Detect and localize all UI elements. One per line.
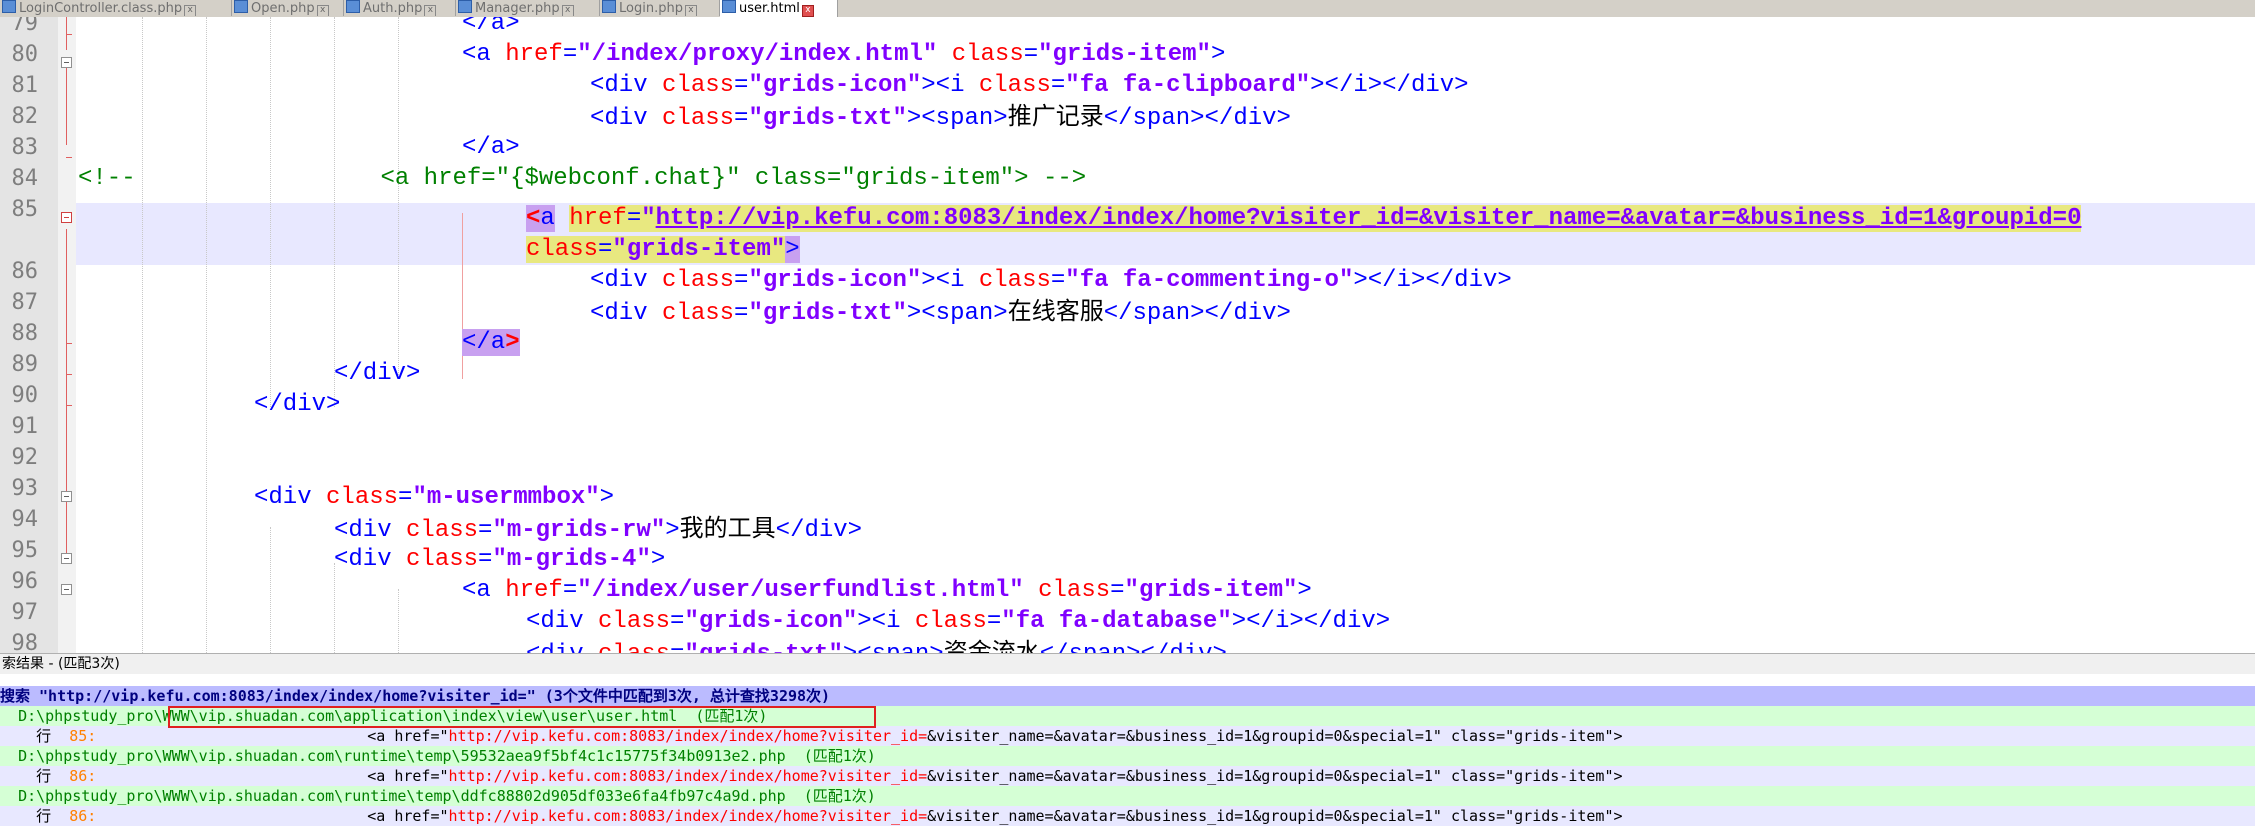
- close-icon[interactable]: x: [561, 5, 574, 16]
- line-number: 83: [11, 135, 39, 160]
- code-line-86[interactable]: <div class="grids-icon"><i class="fa fa-…: [590, 265, 1512, 296]
- file-icon: [602, 0, 616, 13]
- result-line-row[interactable]: 行 85: <a href="http://vip.kefu.com:8083/…: [0, 726, 2255, 746]
- tab-logincontroller[interactable]: LoginController.class.php x: [0, 0, 232, 16]
- file-icon: [458, 0, 472, 13]
- fold-toggle-icon[interactable]: [61, 57, 72, 68]
- fold-line: [66, 61, 67, 145]
- line-number: 82: [11, 104, 39, 129]
- tab-login[interactable]: Login.php x: [600, 0, 720, 16]
- line-number: 96: [11, 569, 39, 594]
- line-number: 84: [11, 166, 39, 191]
- close-icon[interactable]: x: [184, 5, 197, 16]
- file-icon: [722, 0, 736, 13]
- line-number: 86: [11, 259, 39, 284]
- indent-guide: [270, 17, 271, 407]
- code-line-94[interactable]: <div class="m-grids-rw">我的工具</div>: [334, 513, 862, 544]
- indent-guide: [398, 589, 399, 653]
- tab-user-html[interactable]: user.html x: [720, 0, 838, 17]
- line-number: 89: [11, 352, 39, 377]
- fold-toggle-icon[interactable]: [61, 491, 72, 502]
- indent-guide: [142, 17, 143, 653]
- tab-open[interactable]: Open.php x: [232, 0, 344, 16]
- code-line-98[interactable]: <div class="grids-txt"><span>资金流水</span>…: [526, 637, 1227, 653]
- line-number: 85: [11, 197, 39, 222]
- close-icon[interactable]: x: [316, 5, 329, 16]
- line-number: 91: [11, 414, 39, 439]
- line-number: 98: [11, 631, 39, 653]
- code-line-85-wrap[interactable]: class="grids-item">: [526, 234, 800, 265]
- indent-guide: [334, 563, 335, 653]
- line-number: 95: [11, 538, 39, 563]
- code-line-84[interactable]: <!-- <a href="{$webconf.chat}" class="gr…: [78, 163, 1086, 194]
- code-line-82[interactable]: <div class="grids-txt"><span>推广记录</span>…: [590, 101, 1291, 132]
- code-line-87[interactable]: <div class="grids-txt"><span>在线客服</span>…: [590, 296, 1291, 327]
- code-line-93[interactable]: <div class="m-usermmbox">: [254, 482, 614, 513]
- code-line-95[interactable]: <div class="m-grids-4">: [334, 544, 665, 575]
- line-number: 92: [11, 445, 39, 470]
- search-results-title: 索结果 - (匹配3次): [0, 653, 2255, 674]
- file-icon: [234, 0, 248, 13]
- code-line-88[interactable]: </a>: [462, 327, 520, 358]
- line-number: 93: [11, 476, 39, 501]
- line-number: 94: [11, 507, 39, 532]
- fold-line: [66, 229, 67, 559]
- code-line-90[interactable]: </div>: [254, 389, 340, 420]
- annotation-highlight-box: [168, 706, 876, 728]
- line-number: 81: [11, 73, 39, 98]
- code-line-79[interactable]: </a>: [462, 17, 520, 39]
- code-line-80[interactable]: <a href="/index/proxy/index.html" class=…: [462, 39, 1225, 70]
- code-editor[interactable]: 79 80 81 82 83 84 85 86 87 88 89 90 91 9…: [0, 17, 2255, 653]
- code-line-81[interactable]: <div class="grids-icon"><i class="fa fa-…: [590, 70, 1469, 101]
- line-number: 79: [11, 17, 39, 36]
- fold-end-tick: [66, 157, 72, 158]
- indent-guide: [206, 17, 207, 653]
- code-line-96[interactable]: <a href="/index/user/userfundlist.html" …: [462, 575, 1312, 606]
- indent-guide: [334, 17, 335, 407]
- code-line-83[interactable]: </a>: [462, 132, 520, 163]
- code-line-85[interactable]: <a href="http://vip.kefu.com:8083/index/…: [526, 203, 2082, 234]
- code-line-89[interactable]: </div>: [334, 358, 420, 389]
- result-line-row[interactable]: 行 86: <a href="http://vip.kefu.com:8083/…: [0, 806, 2255, 826]
- tab-bar: LoginController.class.php x Open.php x Aut…: [0, 0, 2255, 18]
- fold-end-tick: [66, 34, 72, 35]
- tab-manager[interactable]: Manager.php x: [456, 0, 600, 16]
- close-icon[interactable]: x: [684, 5, 697, 16]
- code-line-97[interactable]: <div class="grids-icon"><i class="fa fa-…: [526, 606, 1390, 637]
- fold-toggle-icon[interactable]: [61, 584, 72, 595]
- line-number: 87: [11, 290, 39, 315]
- result-file-row[interactable]: D:\phpstudy_pro\WWW\vip.shuadan.com\runt…: [0, 746, 2255, 766]
- search-query-row[interactable]: 搜索 "http://vip.kefu.com:8083/index/index…: [0, 686, 2255, 706]
- fold-toggle-icon[interactable]: [61, 212, 72, 223]
- close-icon[interactable]: x: [424, 5, 437, 16]
- fold-end-tick: [66, 374, 72, 375]
- fold-toggle-icon[interactable]: [61, 553, 72, 564]
- fold-end-tick: [66, 343, 72, 344]
- tab-auth[interactable]: Auth.php x: [344, 0, 456, 16]
- result-file-row[interactable]: D:\phpstudy_pro\WWW\vip.shuadan.com\runt…: [0, 786, 2255, 806]
- line-number: 90: [11, 383, 39, 408]
- result-line-row[interactable]: 行 86: <a href="http://vip.kefu.com:8083/…: [0, 766, 2255, 786]
- file-icon: [346, 0, 360, 13]
- close-icon[interactable]: x: [801, 5, 814, 17]
- file-icon: [2, 0, 16, 13]
- line-number: 80: [11, 42, 39, 67]
- indent-guide: [270, 527, 271, 653]
- line-number: 88: [11, 321, 39, 346]
- indent-guide: [398, 17, 399, 377]
- url-link[interactable]: http://vip.kefu.com:8083/index/index/hom…: [655, 205, 2082, 232]
- search-results-panel: 索结果 - (匹配3次) 搜索 "http://vip.kefu.com:808…: [0, 653, 2255, 829]
- line-number: 97: [11, 600, 39, 625]
- fold-end-tick: [66, 405, 72, 406]
